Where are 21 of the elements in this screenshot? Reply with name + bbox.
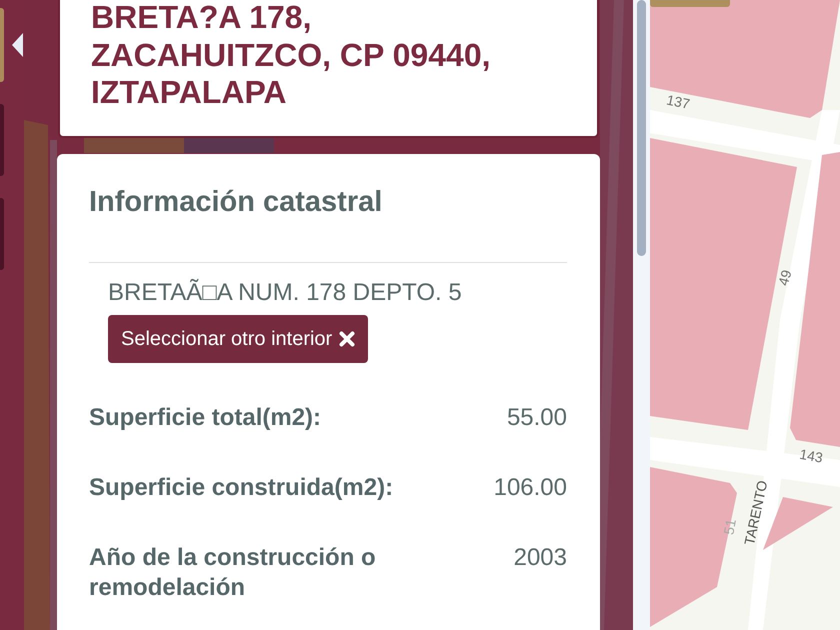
- field-value: 2003: [514, 542, 567, 572]
- sidebar-tab[interactable]: [0, 104, 4, 176]
- card-title: Información catastral: [89, 184, 384, 218]
- field-label: Año de la construcción o remodelación: [89, 542, 377, 602]
- field-label: Superficie construida(m2):: [89, 472, 394, 502]
- street-label: TARENTO: [741, 478, 770, 546]
- sidebar-tab[interactable]: [0, 8, 4, 82]
- unit-name: BRETAÃ□A NUM. 178 DEPTO. 5: [108, 278, 463, 306]
- street-label: 51: [720, 518, 739, 536]
- field-value: 55.00: [506, 402, 567, 432]
- close-icon: [339, 330, 356, 346]
- scrollbar-thumb[interactable]: [637, 0, 646, 256]
- street-label: 137: [665, 91, 692, 112]
- street-label: 49: [775, 268, 794, 288]
- map-control-button[interactable]: [650, 0, 730, 7]
- address-title: BRETA?A 178, ZACAHUITZCO, CP 09440, IZTAPALAPA: [91, 0, 492, 112]
- field-label: Superficie total(m2):: [89, 402, 322, 432]
- field-value: 106.00: [494, 472, 567, 502]
- sidebar-tab[interactable]: [0, 198, 4, 270]
- select-interior-button[interactable]: Seleccionar otro interior: [108, 314, 368, 362]
- street-label: 143: [798, 446, 824, 466]
